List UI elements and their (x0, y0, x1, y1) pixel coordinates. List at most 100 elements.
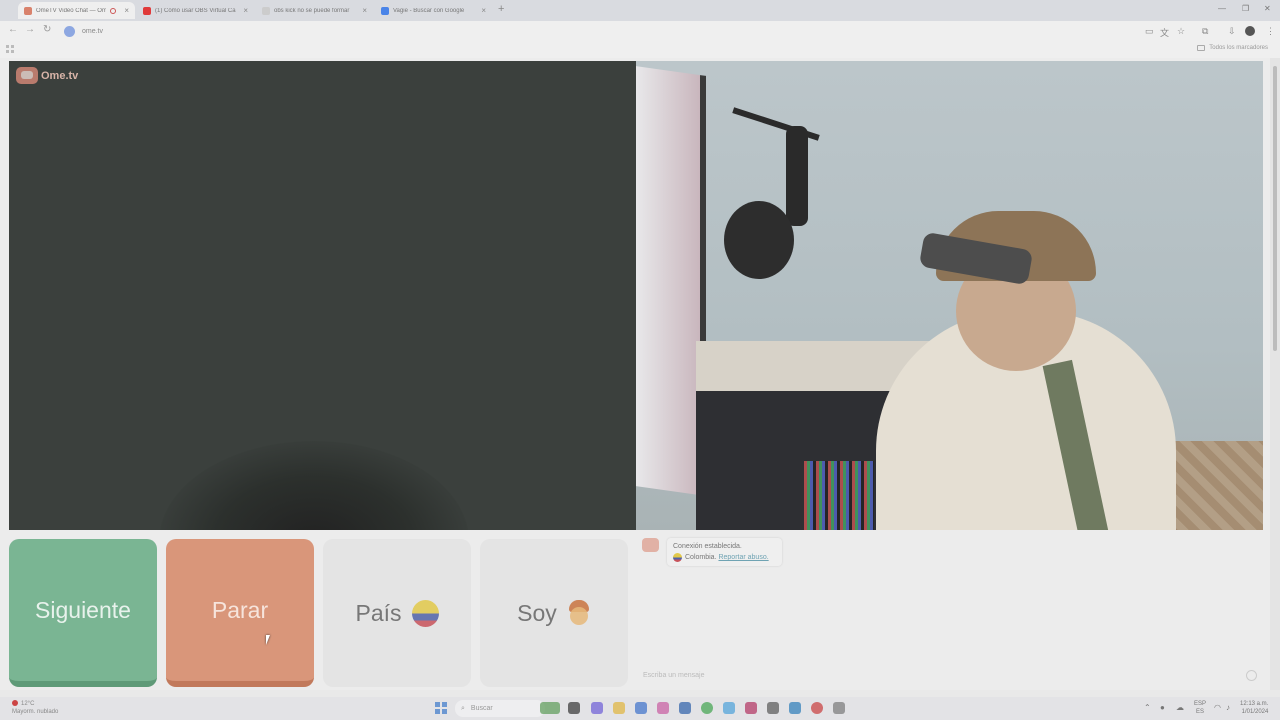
clock-date: 1/01/2024 (1241, 709, 1269, 715)
browser-toolbar: ← → ↻ ome.tv ▭ 文 ☆ ⧉ ⇩ ⋮ (0, 21, 1280, 42)
emoji-icon[interactable] (1246, 670, 1257, 681)
ometv-logo: Ome.tv (16, 67, 78, 84)
stop-button[interactable]: Parar (166, 539, 314, 687)
taskbar-clock[interactable]: 12:13 a.m. 1/01/2024 (1240, 700, 1268, 716)
clock-time: 12:13 a.m. (1240, 701, 1269, 707)
report-abuse-link[interactable]: Reportar abuso. (718, 554, 768, 561)
tv-logo-icon (16, 67, 38, 84)
url-text: ome.tv (82, 28, 104, 35)
ometv-favicon-icon (24, 6, 32, 15)
close-tab-icon[interactable]: × (362, 6, 367, 15)
all-bookmarks-button[interactable]: Todos los marcadores (1197, 45, 1268, 51)
boy-emoji-icon (567, 600, 591, 626)
paint-app-icon[interactable] (657, 702, 669, 714)
folder-icon (1197, 45, 1206, 51)
calculator-app-icon[interactable] (679, 702, 691, 714)
chat-panel: Conexión establecida. Colombia. Reportar… (637, 535, 1263, 688)
obs-app-icon[interactable] (811, 702, 823, 714)
next-button[interactable]: Siguiente (9, 539, 157, 687)
address-bar[interactable]: ome.tv (58, 23, 1138, 40)
tab-youtube[interactable]: (1) Cómo usar OBS Virtual Ca × (137, 2, 254, 19)
colombia-flag-icon (411, 599, 439, 627)
tray-cloud-icon[interactable]: ☁ (1176, 703, 1184, 712)
scrollbar-thumb[interactable] (1273, 66, 1277, 351)
lang-top: ESP (1194, 701, 1207, 707)
store-app-icon[interactable] (635, 702, 647, 714)
gender-button-label: Soy (517, 599, 557, 626)
bookmark-star-icon[interactable]: ☆ (1177, 26, 1185, 37)
recording-icon (110, 7, 117, 14)
weather-alert-icon (12, 700, 18, 707)
country-line: Colombia. Reportar abuso. (673, 552, 776, 563)
taskbar-search-placeholder: Buscar (470, 705, 493, 712)
weather-widget[interactable]: 12°C Mayorm. nublado (12, 700, 58, 716)
mouse-cursor-icon (266, 635, 274, 645)
stop-button-label: Parar (211, 596, 269, 623)
gender-button[interactable]: Soy (480, 539, 628, 687)
ometv-chat-avatar-icon (642, 538, 659, 552)
close-tab-icon[interactable]: × (481, 6, 486, 15)
media-app-icon[interactable] (745, 702, 757, 714)
tab-obs-kick[interactable]: obs kick no se puede formar × (256, 2, 373, 19)
downloads-icon[interactable]: ⇩ (1228, 26, 1236, 37)
remote-video: Ome.tv (9, 61, 636, 530)
tab-title: obs kick no se puede formar (274, 7, 350, 14)
country-button-label: País (355, 599, 402, 626)
translate-icon[interactable]: 文 (1160, 26, 1169, 39)
search-icon: ⌕ (461, 704, 465, 712)
chrome-app-icon[interactable] (701, 702, 713, 714)
tray-chevron-icon[interactable]: ⌃ (1144, 703, 1151, 712)
task-view-icon[interactable] (568, 702, 580, 714)
weather-desc: Mayorm. nublado (12, 709, 59, 715)
webcam-microphone (786, 126, 808, 226)
profile-avatar[interactable] (1245, 26, 1255, 36)
windows-start-icon[interactable] (435, 702, 447, 714)
reload-icon[interactable]: ↻ (43, 24, 51, 35)
site-info-icon[interactable] (64, 26, 75, 37)
copilot-app-icon[interactable] (591, 702, 603, 714)
widgets-app-icon[interactable] (540, 702, 560, 714)
file-explorer-icon[interactable] (613, 702, 625, 714)
apps-grid-icon[interactable] (6, 45, 14, 53)
minimize-icon[interactable]: — (1218, 4, 1226, 13)
country-button[interactable]: País (323, 539, 471, 687)
restore-icon[interactable]: ❐ (1242, 4, 1249, 13)
menu-icon[interactable]: ⋮ (1266, 26, 1275, 37)
page-favicon-icon (262, 6, 270, 15)
forward-icon[interactable]: → (25, 24, 35, 35)
monitor-app-icon[interactable] (789, 702, 801, 714)
country-name: Colombia. (685, 554, 717, 561)
tray-app-icon[interactable]: ● (1160, 703, 1165, 712)
tab-title: Vagie - Buscar con Google (393, 7, 465, 14)
logo-text: Ome.tv (41, 69, 79, 82)
new-tab-icon[interactable]: + (498, 3, 504, 15)
next-button-label: Siguiente (35, 596, 131, 623)
language-indicator[interactable]: ESP ES (1194, 700, 1206, 716)
browser-tab-strip: OmeTV Video Chat — Ome × (1) Cómo usar O… (0, 0, 1280, 21)
tool-app-icon[interactable] (767, 702, 779, 714)
close-tab-icon[interactable]: × (124, 6, 129, 15)
all-bookmarks-label: Todos los marcadores (1209, 45, 1268, 51)
misc-app-icon[interactable] (833, 702, 845, 714)
wifi-icon[interactable]: ◠ (1214, 703, 1221, 712)
colombia-flag-small-icon (673, 552, 682, 562)
local-webcam-video (636, 61, 1263, 530)
close-tab-icon[interactable]: × (243, 6, 248, 15)
cast-icon[interactable]: ▭ (1145, 26, 1154, 37)
lang-bottom: ES (1196, 709, 1205, 715)
taskbar-search[interactable]: ⌕ Buscar (455, 700, 545, 717)
close-window-icon[interactable]: ✕ (1264, 4, 1271, 13)
page-scrollbar[interactable] (1270, 58, 1280, 690)
back-icon[interactable]: ← (8, 24, 18, 35)
tab-ometv[interactable]: OmeTV Video Chat — Ome × (18, 2, 135, 19)
extensions-icon[interactable]: ⧉ (1202, 26, 1208, 37)
windows-taskbar: 12°C Mayorm. nublado ⌕ Buscar ⌃ ● ☁ ESP … (0, 697, 1280, 720)
system-message: Conexión establecida. Colombia. Reportar… (667, 538, 782, 566)
remote-video-shadow (159, 441, 469, 530)
tab-google-search[interactable]: Vagie - Buscar con Google × (375, 2, 492, 19)
volume-icon[interactable]: ♪ (1226, 703, 1230, 712)
youtube-favicon-icon (143, 6, 151, 15)
chat-message-input[interactable]: Escriba un mensaje (643, 672, 704, 679)
google-favicon-icon (381, 6, 389, 15)
notepad-app-icon[interactable] (723, 702, 735, 714)
